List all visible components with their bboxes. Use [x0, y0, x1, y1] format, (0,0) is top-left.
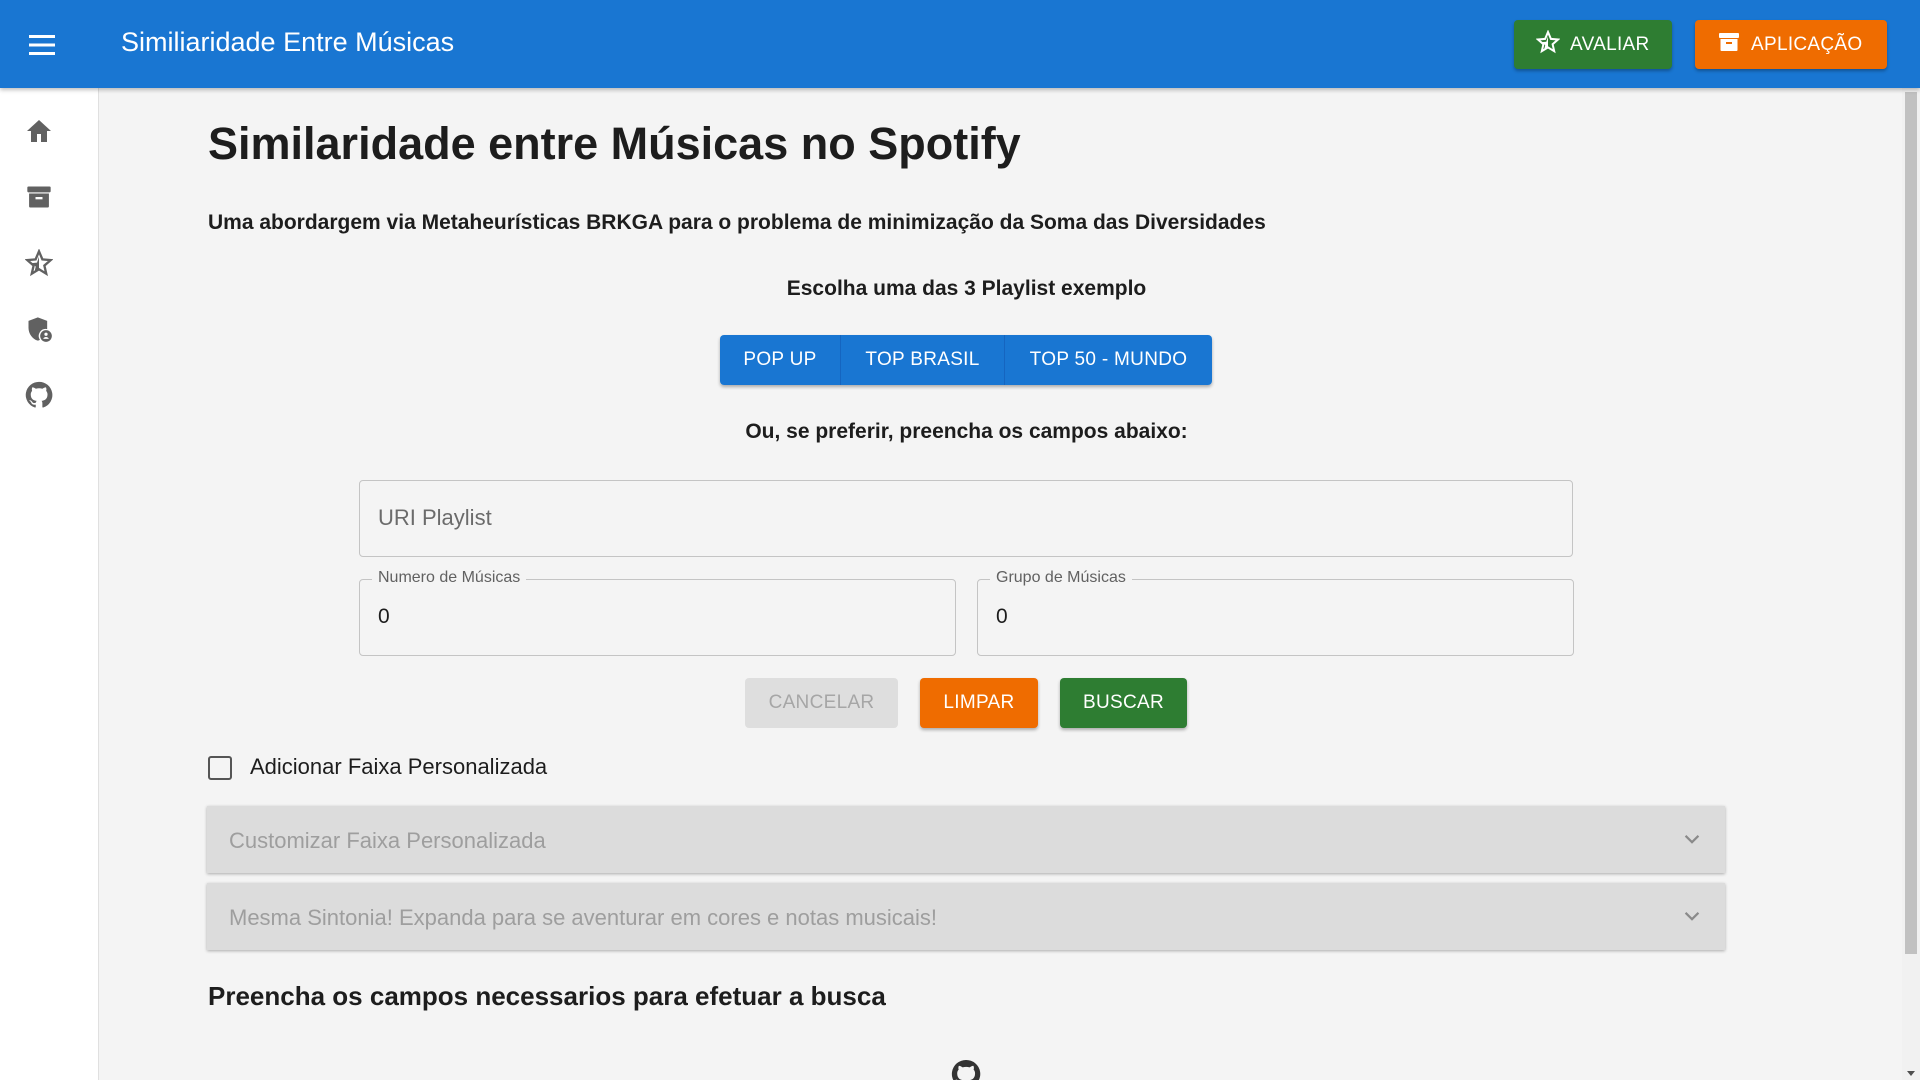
avaliar-label: AVALIAR [1570, 33, 1650, 55]
limpar-button[interactable]: LIMPAR [920, 678, 1038, 728]
search-hint-text: Preencha os campos necessarios para efet… [208, 981, 886, 1011]
scrollbar-thumb[interactable] [1905, 92, 1917, 954]
same-tune-accordion[interactable]: Mesma Sintonia! Expanda para se aventura… [207, 883, 1725, 950]
scroll-down-arrow-icon[interactable] [1907, 1071, 1915, 1076]
app-title: Similiaridade Entre Músicas [121, 27, 455, 57]
numero-musicas-value: 0 [378, 605, 390, 628]
sidebar-item-privacy[interactable] [20, 312, 58, 350]
buscar-button[interactable]: BUSCAR [1060, 678, 1187, 728]
grupo-musicas-value: 0 [996, 605, 1008, 628]
chevron-down-icon [1681, 828, 1703, 855]
numero-musicas-label: Numero de Músicas [372, 569, 527, 587]
shield-person-icon [25, 315, 53, 348]
playlist-button-group: POP UP TOP BRASIL TOP 50 - MUNDO [720, 335, 1212, 385]
playlist-pop-up-button[interactable]: POP UP [720, 335, 841, 385]
app-bar: Similiaridade Entre Músicas AVALIAR APLI… [0, 0, 1920, 88]
star-icon [1535, 28, 1561, 60]
cancel-button[interactable]: CANCELAR [745, 678, 898, 728]
customize-track-accordion[interactable]: Customizar Faixa Personalizada [207, 806, 1725, 873]
aplicacao-label: APLICAÇÃO [1751, 33, 1863, 55]
sidebar-item-home[interactable] [20, 114, 58, 152]
or-fill-fields-text: Ou, se preferir, preencha os campos abai… [745, 420, 1188, 443]
sidebar [0, 88, 99, 1080]
avaliar-button[interactable]: AVALIAR [1514, 20, 1672, 69]
uri-playlist-placeholder: URI Playlist [378, 505, 492, 530]
grupo-musicas-label: Grupo de Músicas [990, 569, 1132, 587]
custom-track-checkbox[interactable] [208, 756, 232, 780]
customize-track-accordion-title: Customizar Faixa Personalizada [229, 828, 546, 853]
choose-playlist-text: Escolha uma das 3 Playlist exemplo [786, 277, 1147, 300]
archive-icon [1717, 30, 1741, 60]
uri-playlist-input[interactable]: URI Playlist [359, 480, 1573, 557]
aplicacao-button[interactable]: APLICAÇÃO [1695, 20, 1887, 69]
menu-icon[interactable] [22, 24, 64, 66]
sidebar-item-github[interactable] [20, 378, 58, 416]
sidebar-item-archive[interactable] [20, 180, 58, 218]
same-tune-accordion-title: Mesma Sintonia! Expanda para se aventura… [229, 905, 938, 930]
github-icon [24, 380, 54, 415]
github-icon[interactable] [950, 1058, 982, 1080]
archive-icon [25, 183, 53, 216]
chevron-down-icon [1681, 905, 1703, 932]
playlist-top-50-mundo-button[interactable]: TOP 50 - MUNDO [1005, 335, 1212, 385]
page-title: Similaridade entre Músicas no Spotify [208, 118, 1021, 169]
home-icon [25, 118, 53, 149]
page-subtitle: Uma abordargem via Metaheurísticas BRKGA… [208, 211, 1266, 234]
custom-track-checkbox-label: Adicionar Faixa Personalizada [250, 754, 548, 779]
playlist-top-brasil-button[interactable]: TOP BRASIL [841, 335, 1005, 385]
scrollbar[interactable] [1902, 88, 1920, 1080]
grupo-musicas-input[interactable]: Grupo de Músicas 0 [977, 569, 1574, 656]
numero-musicas-input[interactable]: Numero de Músicas 0 [359, 569, 956, 656]
